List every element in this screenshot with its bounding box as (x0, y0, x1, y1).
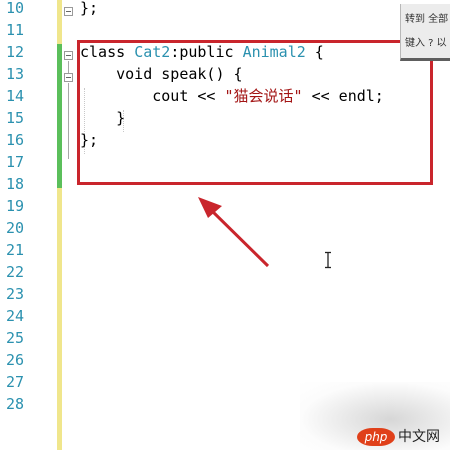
find-panel[interactable]: 转到 全部 键入 ? 以 (400, 4, 450, 61)
ibeam-cursor-icon (325, 251, 331, 269)
find-panel-line-1: 转到 全部 (405, 14, 449, 25)
watermark-text: 中文网 (398, 429, 440, 445)
watermark-logo: php (357, 428, 395, 446)
find-panel-line-2: 键入 ? 以 (405, 38, 447, 49)
